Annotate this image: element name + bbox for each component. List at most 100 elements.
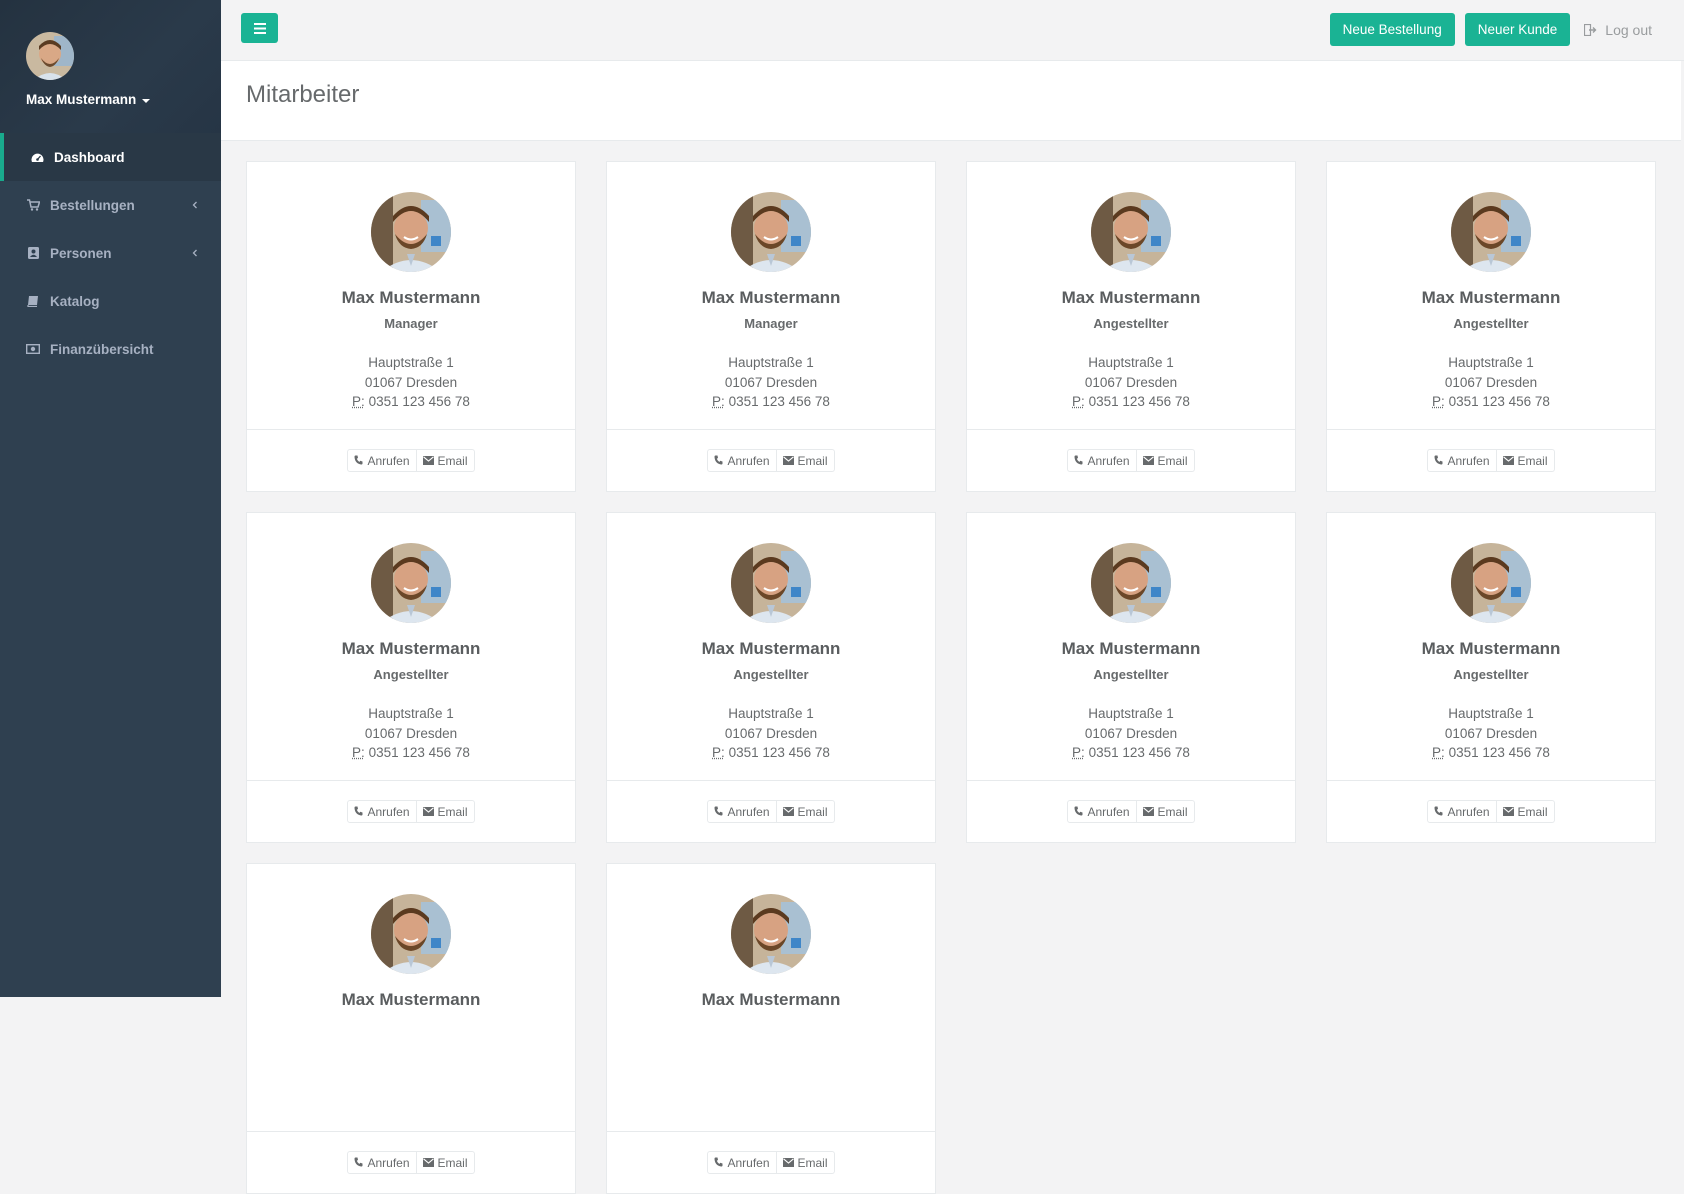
phone-number: 0351 123 456 78 xyxy=(729,394,830,409)
call-button[interactable]: Anrufen xyxy=(1067,449,1136,472)
envelope-icon xyxy=(1143,805,1154,819)
address-city: 01067 Dresden xyxy=(1432,724,1550,744)
email-button-label: Email xyxy=(438,454,468,468)
envelope-icon xyxy=(423,454,434,468)
employee-avatar xyxy=(1091,192,1171,272)
sidebar-item-label: Dashboard xyxy=(54,150,125,165)
phone-label: P: xyxy=(1072,394,1085,409)
employee-card-body: Max Mustermann Angestellter Hauptstraße 1 0… xyxy=(967,162,1295,430)
address-street: Hauptstraße 1 xyxy=(712,704,830,724)
email-button[interactable]: Email xyxy=(417,800,475,823)
employee-name: Max Mustermann xyxy=(342,288,481,308)
menu-toggle-button[interactable] xyxy=(241,13,278,43)
sidebar-item-finanzen[interactable]: Finanzübersicht xyxy=(0,325,221,373)
call-button-label: Anrufen xyxy=(1087,454,1129,468)
email-button[interactable]: Email xyxy=(417,449,475,472)
employee-card: Max Mustermann Manager Hauptstraße 1 01067 … xyxy=(246,161,576,492)
employee-card-body: Max Mustermann Manager Hauptstraße 1 01067 … xyxy=(607,162,935,430)
address-phone: P: 0351 123 456 78 xyxy=(352,743,470,763)
call-button-label: Anrufen xyxy=(727,1156,769,1170)
contact-button-group: Anrufen Email xyxy=(707,1151,834,1174)
employee-name: Max Mustermann xyxy=(1062,639,1201,659)
sidebar-item-label: Katalog xyxy=(50,294,100,309)
employee-card: Max Mustermann Angestellter Hauptstraße 1 0… xyxy=(1326,512,1656,843)
address-phone: P: 0351 123 456 78 xyxy=(352,392,470,412)
sidebar-item-label: Personen xyxy=(50,246,112,261)
employee-avatar xyxy=(371,894,451,974)
main-content: Max Mustermann Manager Hauptstraße 1 01067 … xyxy=(221,141,1681,997)
employee-card-footer: Anrufen Email xyxy=(247,1132,575,1193)
call-button-label: Anrufen xyxy=(367,1156,409,1170)
top-navbar: Neue Bestellung Neuer Kunde Log out xyxy=(221,0,1684,61)
phone-icon xyxy=(714,454,723,468)
call-button[interactable]: Anrufen xyxy=(347,800,416,823)
employee-avatar xyxy=(731,192,811,272)
employee-card-body: Max Mustermann Angestellter Hauptstraße 1 0… xyxy=(967,513,1295,781)
employee-address: Hauptstraße 1 01067 Dresden P: 0351 123 45… xyxy=(1432,704,1550,763)
call-button[interactable]: Anrufen xyxy=(1427,800,1496,823)
address-phone: P: 0351 123 456 78 xyxy=(1072,743,1190,763)
call-button[interactable]: Anrufen xyxy=(1067,800,1136,823)
call-button[interactable]: Anrufen xyxy=(347,1151,416,1174)
email-button[interactable]: Email xyxy=(1497,449,1555,472)
new-order-button[interactable]: Neue Bestellung xyxy=(1330,13,1455,46)
sidebar-item-bestellungen[interactable]: Bestellungen xyxy=(0,181,221,229)
employee-name: Max Mustermann xyxy=(1422,288,1561,308)
phone-label: P: xyxy=(352,745,365,760)
employee-card-footer: Anrufen Email xyxy=(247,781,575,842)
sidebar-item-katalog[interactable]: Katalog xyxy=(0,277,221,325)
chevron-left-icon xyxy=(189,199,201,211)
contact-button-group: Anrufen Email xyxy=(1067,800,1194,823)
phone-icon xyxy=(354,805,363,819)
profile-panel: Max Mustermann xyxy=(0,0,221,133)
address-street: Hauptstraße 1 xyxy=(1432,353,1550,373)
call-button-label: Anrufen xyxy=(367,805,409,819)
envelope-icon xyxy=(783,1156,794,1170)
call-button[interactable]: Anrufen xyxy=(707,800,776,823)
employee-card-body: Max Mustermann xyxy=(247,864,575,1132)
employee-role: Angestellter xyxy=(1453,316,1528,331)
new-customer-button[interactable]: Neuer Kunde xyxy=(1465,13,1571,46)
email-button[interactable]: Email xyxy=(777,800,835,823)
sidebar-item-personen[interactable]: Personen xyxy=(0,229,221,277)
email-button-label: Email xyxy=(438,805,468,819)
caret-down-icon xyxy=(142,99,150,103)
address-book-icon xyxy=(26,246,40,260)
phone-label: P: xyxy=(712,745,725,760)
call-button[interactable]: Anrufen xyxy=(1427,449,1496,472)
user-name: Max Mustermann xyxy=(26,92,136,107)
email-button[interactable]: Email xyxy=(1137,449,1195,472)
contact-button-group: Anrufen Email xyxy=(347,449,474,472)
envelope-icon xyxy=(423,805,434,819)
employee-role: Angestellter xyxy=(733,667,808,682)
phone-icon xyxy=(354,454,363,468)
sign-out-icon xyxy=(1584,24,1597,36)
contact-button-group: Anrufen Email xyxy=(1067,449,1194,472)
email-button[interactable]: Email xyxy=(1137,800,1195,823)
phone-icon xyxy=(1434,805,1443,819)
email-button[interactable]: Email xyxy=(777,449,835,472)
email-button[interactable]: Email xyxy=(417,1151,475,1174)
logout-link[interactable]: Log out xyxy=(1584,22,1652,38)
employee-grid: Max Mustermann Manager Hauptstraße 1 01067 … xyxy=(246,161,1656,1194)
employee-card-body: Max Mustermann Angestellter Hauptstraße 1 0… xyxy=(1327,162,1655,430)
call-button[interactable]: Anrufen xyxy=(347,449,416,472)
email-button-label: Email xyxy=(798,805,828,819)
employee-address: Hauptstraße 1 01067 Dresden P: 0351 123 45… xyxy=(352,353,470,412)
phone-label: P: xyxy=(1432,394,1445,409)
address-phone: P: 0351 123 456 78 xyxy=(1072,392,1190,412)
email-button[interactable]: Email xyxy=(1497,800,1555,823)
call-button[interactable]: Anrufen xyxy=(707,449,776,472)
call-button[interactable]: Anrufen xyxy=(707,1151,776,1174)
hamburger-icon xyxy=(254,23,266,34)
user-avatar[interactable] xyxy=(26,32,74,80)
phone-label: P: xyxy=(1072,745,1085,760)
user-menu-toggle[interactable]: Max Mustermann xyxy=(26,92,221,107)
employee-name: Max Mustermann xyxy=(702,639,841,659)
contact-button-group: Anrufen Email xyxy=(347,1151,474,1174)
employee-role: Manager xyxy=(744,316,797,331)
sidebar-item-dashboard[interactable]: Dashboard xyxy=(0,133,221,181)
employee-role: Manager xyxy=(384,316,437,331)
email-button[interactable]: Email xyxy=(777,1151,835,1174)
employee-address: Hauptstraße 1 01067 Dresden P: 0351 123 45… xyxy=(352,704,470,763)
